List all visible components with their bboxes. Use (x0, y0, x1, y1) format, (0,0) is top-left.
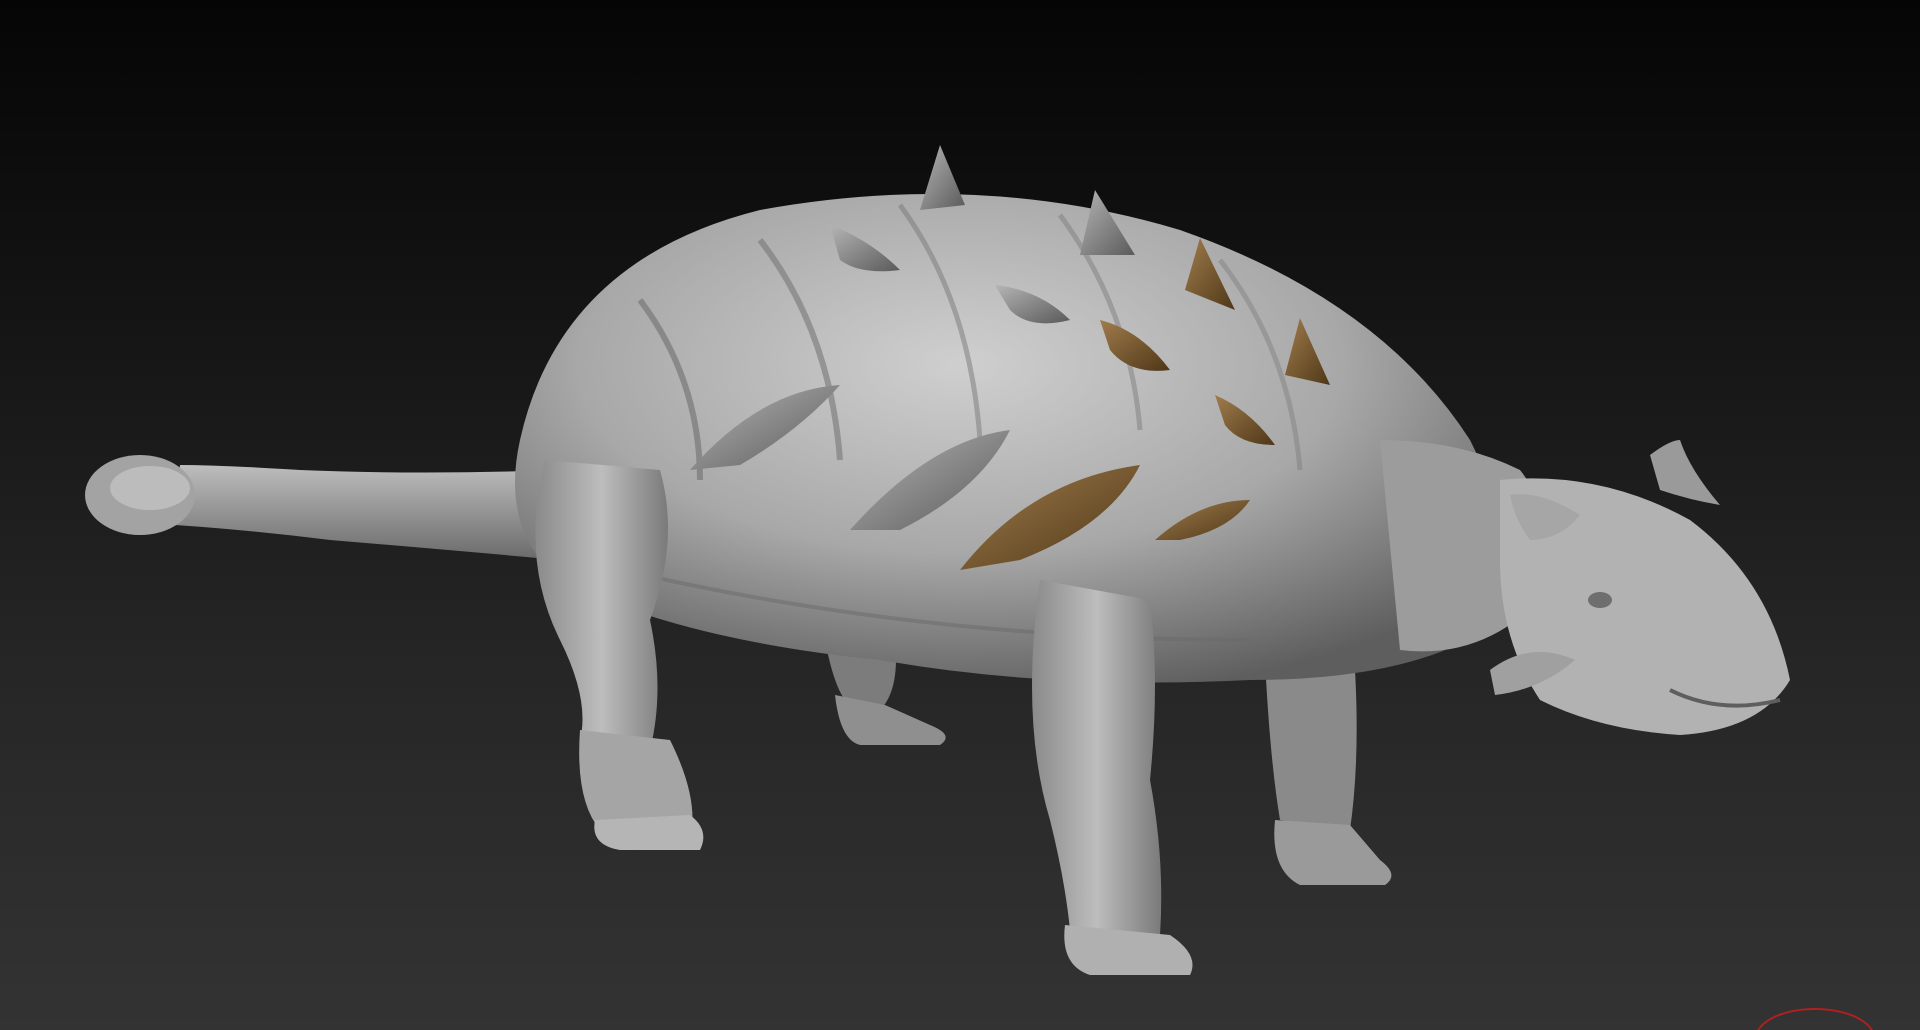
tail[interactable] (85, 455, 560, 560)
head[interactable] (1380, 440, 1790, 735)
ankylosaur-sculpt-model[interactable] (0, 0, 1920, 1030)
far-front-leg[interactable] (1265, 660, 1392, 885)
body-armor-shell[interactable] (515, 194, 1506, 683)
3d-viewport-canvas[interactable] (0, 0, 1920, 1030)
